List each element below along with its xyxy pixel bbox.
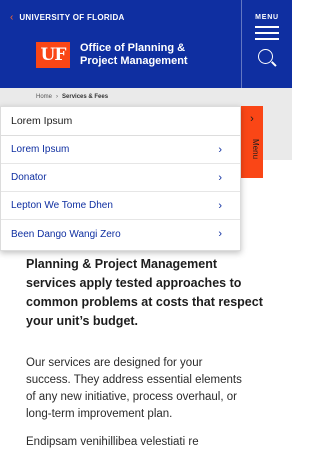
- lead-paragraph: Planning & Project Management services a…: [26, 255, 284, 331]
- chevron-right-icon: ›: [218, 199, 222, 212]
- office-name-line1: Office of Planning &: [80, 42, 186, 54]
- section-menu-item-label: Lepton We Tome Dhen: [11, 200, 113, 211]
- section-menu-heading: Lorem Ipsum: [1, 107, 240, 136]
- chevron-right-icon: ›: [218, 143, 222, 156]
- section-menu-item-label: Donator: [11, 172, 47, 183]
- chevron-right-icon: ›: [250, 113, 254, 125]
- breadcrumb-current: Services & Fees: [62, 94, 109, 100]
- body-line: Our services are designed for your: [26, 357, 203, 369]
- site-header: ‹ UNIVERSITY OF FLORIDA UF Office of Pla…: [0, 0, 292, 88]
- breadcrumb: Home › Services & Fees: [36, 94, 108, 100]
- lead-line: Planning & Project Management: [26, 257, 218, 271]
- section-menu-item-label: Been Dango Wangi Zero: [11, 228, 121, 240]
- lead-line: services apply tested approaches to: [26, 276, 242, 290]
- brand-link[interactable]: UF Office of Planning & Project Manageme…: [36, 42, 188, 68]
- office-name: Office of Planning & Project Management: [80, 42, 188, 68]
- section-menu-item-label: Lorem Ipsum: [11, 144, 70, 155]
- section-menu-item[interactable]: Been Dango Wangi Zero ›: [1, 220, 240, 248]
- breadcrumb-separator: ›: [56, 94, 59, 100]
- side-menu-label: Menu: [251, 139, 260, 160]
- body-paragraph-partial: Endipsam venihillibea velestiati re: [26, 436, 199, 448]
- breadcrumb-home[interactable]: Home: [36, 94, 52, 100]
- hamburger-icon: [255, 26, 279, 40]
- body-line: of any new initiative, process overhaul,…: [26, 391, 237, 403]
- section-menu-item[interactable]: Lepton We Tome Dhen ›: [1, 192, 240, 220]
- section-menu-panel: Lorem Ipsum Lorem Ipsum › Donator › Lept…: [0, 106, 241, 251]
- side-menu-toggle[interactable]: › Menu: [241, 106, 263, 178]
- chevron-right-icon: ›: [218, 171, 222, 184]
- menu-button[interactable]: MENU: [242, 0, 292, 88]
- chevron-right-icon: ›: [218, 228, 222, 240]
- uf-logo: UF: [36, 42, 70, 68]
- section-menu-item[interactable]: Lorem Ipsum ›: [1, 136, 240, 164]
- lead-line: common problems at costs that respect: [26, 295, 263, 309]
- chevron-left-icon: ‹: [10, 12, 14, 23]
- university-link[interactable]: ‹ UNIVERSITY OF FLORIDA: [10, 12, 125, 24]
- body-line: success. They address essential elements: [26, 374, 242, 386]
- university-link-label: UNIVERSITY OF FLORIDA: [19, 13, 125, 22]
- section-menu-item[interactable]: Donator ›: [1, 164, 240, 192]
- lead-line: your unit’s budget.: [26, 314, 139, 328]
- office-name-line2: Project Management: [80, 55, 188, 67]
- body-paragraph: Our services are designed for your succe…: [26, 355, 276, 423]
- body-line: long-term improvement plan.: [26, 408, 173, 420]
- menu-label: MENU: [255, 14, 279, 21]
- search-icon[interactable]: [257, 48, 277, 68]
